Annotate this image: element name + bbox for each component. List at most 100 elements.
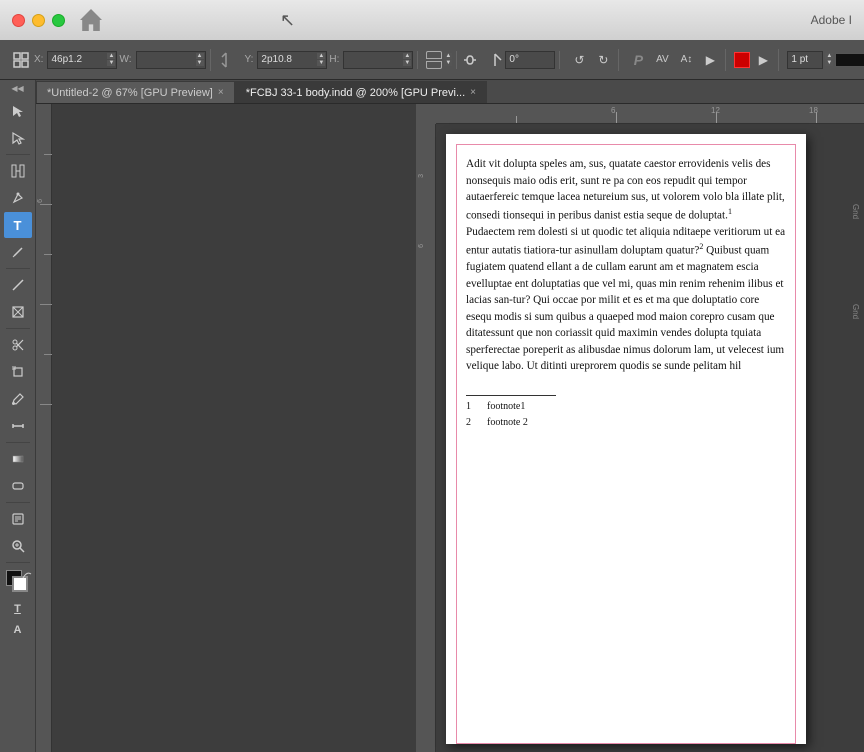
ruler-tick-1 [44, 154, 52, 155]
ruler-tick-5 [44, 354, 52, 355]
vruler-label-3: 3 [418, 174, 425, 178]
stroke-weight-field[interactable]: 1 pt [787, 51, 823, 69]
ruler-tick-3 [44, 254, 52, 255]
transform-tool-button[interactable] [4, 359, 32, 385]
angle-field[interactable]: 0° [505, 51, 555, 69]
tool-divider-4 [6, 442, 30, 443]
close-button[interactable] [12, 14, 25, 27]
link-icon [215, 49, 237, 71]
footnote-1-num: 1 [466, 400, 471, 414]
ruler-tick-4 [40, 304, 52, 305]
tools-panel: ◀◀ T [0, 80, 36, 752]
maximize-button[interactable] [52, 14, 65, 27]
eyedropper-tool-button[interactable] [4, 386, 32, 412]
w-field[interactable]: ▲ ▼ [136, 51, 206, 69]
main-toolbar: X: 46p1.2 ▲ ▼ W: ▲ ▼ Y: 2p10.8 [0, 40, 864, 80]
undo-button[interactable]: ↺ [568, 49, 590, 71]
constrain-bottom [426, 61, 442, 69]
x-value: 46p1.2 [51, 54, 82, 65]
apply-icon: A [14, 624, 22, 636]
gradient-tool-button[interactable] [4, 446, 32, 472]
title-bar: ↖ Adobe I [0, 0, 864, 40]
tab-label-2: *FCBJ 33-1 body.indd @ 200% [GPU Previ..… [246, 87, 465, 99]
h-label: H: [329, 54, 339, 65]
h-spinner[interactable]: ▲ ▼ [403, 53, 411, 66]
footnote-ref-1: 1 [728, 207, 732, 216]
tab-close-1[interactable]: × [218, 87, 224, 98]
left-document-area: 6 [36, 104, 416, 752]
ruler-tick-2 [40, 204, 52, 205]
type-icon: T [14, 218, 22, 233]
ruler-corner [416, 104, 436, 124]
pencil-tool-button[interactable] [4, 239, 32, 265]
chain-link-button[interactable] [461, 49, 479, 71]
stroke-color-swatch[interactable] [734, 52, 750, 68]
line-tool-button[interactable] [4, 272, 32, 298]
x-spinner[interactable]: ▲ ▼ [107, 53, 115, 66]
minimize-button[interactable] [32, 14, 45, 27]
home-icon [80, 9, 102, 31]
tool-divider-1 [6, 154, 30, 155]
constrain-spinner[interactable]: ▲ ▼ [444, 53, 452, 66]
stroke-color-group: ▶ [730, 49, 779, 71]
window-controls [12, 9, 102, 31]
y-spinner[interactable]: ▲ ▼ [317, 53, 325, 66]
cursor-icon: ↖ [280, 10, 295, 31]
apply-color-button[interactable]: A [4, 620, 32, 640]
main-text-paragraph: Adit vit dolupta speles am, sus, quatate… [466, 156, 786, 224]
redo-button[interactable]: ↻ [592, 49, 614, 71]
tool-divider-2 [6, 268, 30, 269]
rect-frame-tool-button[interactable] [4, 299, 32, 325]
x-label: X: [34, 54, 43, 65]
fill-stroke-widget[interactable] [4, 568, 32, 596]
more-options-button[interactable]: ▶ [699, 49, 721, 71]
h-field[interactable]: ▲ ▼ [343, 51, 413, 69]
tab-untitled[interactable]: *Untitled-2 @ 67% [GPU Preview] × [36, 81, 235, 103]
constrain-icon [426, 51, 442, 69]
direct-select-tool-button[interactable] [4, 125, 32, 151]
panel-collapse-arrows[interactable]: ◀◀ [11, 84, 23, 93]
option-button2[interactable]: A↕ [675, 49, 697, 71]
note-tool-button[interactable] [4, 506, 32, 532]
second-text-paragraph: Pudaectem rem dolesti si ut quodic tet a… [466, 224, 786, 375]
measure-tool-button[interactable] [4, 413, 32, 439]
vertical-ruler: 6 [36, 104, 52, 752]
footnote-1: 1 footnote1 [466, 400, 786, 414]
document-page: Adit vit dolupta speles am, sus, quatate… [446, 134, 806, 744]
tab-fcbj[interactable]: *FCBJ 33-1 body.indd @ 200% [GPU Previ..… [235, 81, 487, 103]
stroke-more-button[interactable]: ▶ [752, 49, 774, 71]
footnote-1-text: footnote1 [487, 400, 525, 414]
char-style-button[interactable]: AV [651, 49, 673, 71]
tab-close-2[interactable]: × [470, 87, 476, 98]
x-up-arrow[interactable]: ▲ [107, 53, 115, 59]
footnote-2-text: footnote 2 [487, 416, 528, 430]
vruler-label-6: 6 [418, 244, 425, 248]
text-color-button[interactable]: T [4, 599, 32, 619]
page-content: Adit vit dolupta speles am, sus, quatate… [446, 134, 806, 450]
footnote-2: 2 footnote 2 [466, 416, 786, 430]
x-field[interactable]: 46p1.2 ▲ ▼ [47, 51, 117, 69]
button-tool-button[interactable] [4, 473, 32, 499]
ruler-mark-6 [616, 112, 617, 124]
text-icon: T [14, 603, 21, 615]
ruler-label-6: 6 [37, 199, 44, 203]
tool-divider-5 [6, 502, 30, 503]
zoom-tool-button[interactable] [4, 533, 32, 559]
vertical-ruler-main: 3 6 [416, 124, 436, 752]
x-down-arrow[interactable]: ▼ [107, 60, 115, 66]
ruler-label-18: 18 [809, 106, 818, 115]
footnote-separator-line [466, 395, 556, 396]
stroke-spinner[interactable]: ▲ ▼ [825, 53, 833, 66]
pen-tool-button[interactable] [4, 185, 32, 211]
w-spinner[interactable]: ▲ ▼ [196, 53, 204, 66]
y-field[interactable]: 2p10.8 ▲ ▼ [257, 51, 327, 69]
scissors-tool-button[interactable] [4, 332, 32, 358]
ruler-tick-6 [40, 404, 52, 405]
main-canvas: 6 12 18 24 3 6 Adit vit dolupta speles a… [416, 104, 864, 752]
stroke-weight-value: 1 pt [791, 54, 808, 65]
flip-group: ↺ ↻ [564, 49, 619, 71]
swap-icon [22, 568, 32, 578]
gap-tool-button[interactable] [4, 158, 32, 184]
type-tool-button[interactable]: T [4, 212, 32, 238]
selection-tool-button[interactable] [4, 98, 32, 124]
